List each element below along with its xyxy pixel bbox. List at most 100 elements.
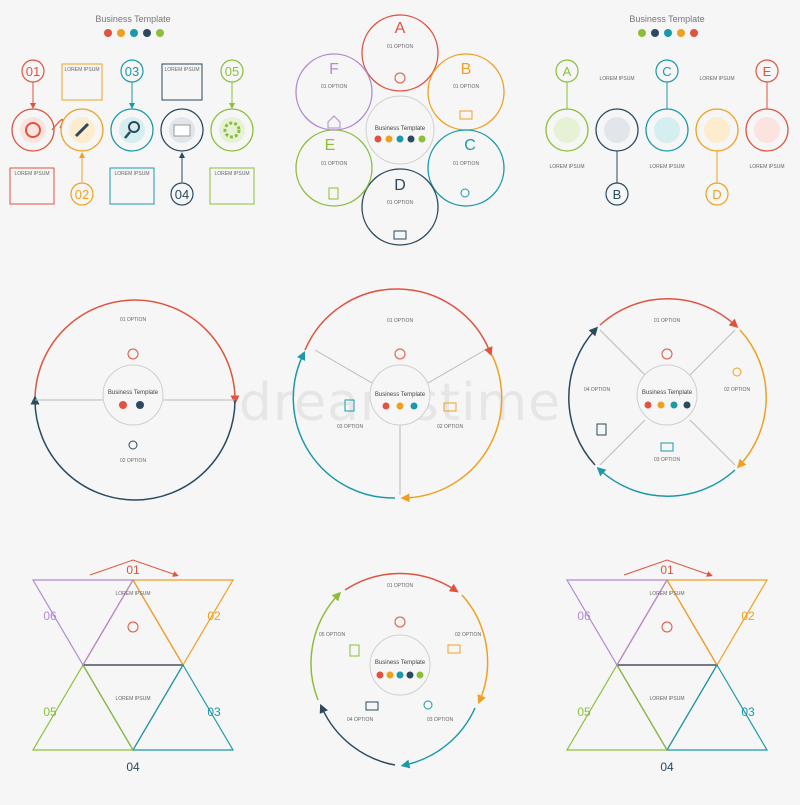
- home-icon: [327, 115, 341, 129]
- hex-number: 03: [207, 705, 221, 719]
- bulb-icon: [732, 367, 742, 377]
- hex-number: 01: [660, 563, 674, 577]
- petal-letter: D: [394, 177, 406, 194]
- color-dots: [638, 29, 698, 37]
- option-label: 04 OPTION: [347, 717, 374, 723]
- step-letter: B: [613, 187, 622, 202]
- hex-number: 05: [577, 705, 591, 719]
- svg-text:LOREM IPSUM: LOREM IPSUM: [14, 171, 49, 177]
- infographic-sheet: dreamstime Business Template 01 03: [0, 0, 800, 800]
- svg-text:LOREM IPSUM: LOREM IPSUM: [649, 696, 684, 702]
- svg-text:LOREM IPSUM: LOREM IPSUM: [549, 164, 584, 170]
- panel-title: Business Template: [629, 14, 704, 24]
- petal-letter: B: [461, 61, 472, 78]
- circle-four-options: Business Template 01 OPTION 02 OPTION 03…: [568, 298, 767, 497]
- laptop-icon: [365, 701, 379, 711]
- globe-icon: [127, 621, 139, 633]
- hex-number: 05: [43, 705, 57, 719]
- hex-number: 04: [660, 760, 674, 774]
- svg-text:LOREM IPSUM: LOREM IPSUM: [699, 76, 734, 82]
- globe-icon: [127, 348, 139, 360]
- option-label: 03 OPTION: [427, 717, 454, 723]
- option-label: 03 OPTION: [654, 457, 681, 463]
- step-letter: D: [712, 187, 721, 202]
- globe-icon: [394, 72, 406, 84]
- target-icon: [20, 117, 46, 143]
- option-label: 01 OPTION: [387, 318, 414, 324]
- pin-icon: [423, 700, 433, 710]
- timeline-letters: Business Template A C E B D LOREM IPSUM: [545, 14, 789, 206]
- svg-text:Business Template: Business Template: [375, 392, 426, 398]
- petal-letter: F: [329, 61, 339, 78]
- svg-text:LOREM IPSUM: LOREM IPSUM: [214, 171, 249, 177]
- pin-icon: [128, 440, 138, 450]
- laptop-icon: [660, 442, 674, 452]
- option-label: 02 OPTION: [437, 424, 464, 430]
- magnifier-icon: [460, 188, 470, 198]
- step-number: 03: [125, 64, 139, 79]
- globe-icon: [661, 621, 673, 633]
- gear-icon: [219, 117, 245, 143]
- step-letter: E: [763, 64, 772, 79]
- svg-text:01 OPTION: 01 OPTION: [387, 200, 414, 206]
- step-number: 05: [225, 64, 239, 79]
- svg-text:Business Template: Business Template: [108, 390, 159, 396]
- option-label: 02 OPTION: [120, 458, 147, 464]
- color-dots: [104, 29, 164, 37]
- option-label: 04 OPTION: [584, 387, 611, 393]
- svg-text:LOREM IPSUM: LOREM IPSUM: [599, 76, 634, 82]
- svg-text:LOREM IPSUM: LOREM IPSUM: [749, 164, 784, 170]
- svg-text:LOREM IPSUM: LOREM IPSUM: [164, 67, 199, 73]
- svg-text:LOREM IPSUM: LOREM IPSUM: [64, 67, 99, 73]
- hex-number: 01: [126, 563, 140, 577]
- svg-text:01 OPTION: 01 OPTION: [387, 44, 414, 50]
- option-label: 01 OPTION: [120, 317, 147, 323]
- hex-number: 02: [741, 609, 755, 623]
- magnifier-icon: [119, 117, 145, 143]
- option-label: 01 OPTION: [654, 318, 681, 324]
- target-icon: [554, 117, 580, 143]
- hexagon-six-options: 01 02 03 04 05 06 LOREM IPSUM LOREM IPSU…: [31, 559, 235, 774]
- hex-number: 02: [207, 609, 221, 623]
- svg-text:LOREM IPSUM: LOREM IPSUM: [115, 591, 150, 597]
- document-icon: [349, 644, 360, 657]
- document-icon: [596, 423, 607, 436]
- timeline-numbers: Business Template 01 03 05 02 04 LOREM I…: [9, 14, 255, 206]
- option-label: 02 OPTION: [455, 632, 482, 638]
- monitor-icon: [447, 644, 461, 654]
- svg-text:LOREM IPSUM: LOREM IPSUM: [649, 164, 684, 170]
- circle-two-options: Business Template 01 OPTION 02 OPTION: [30, 299, 240, 501]
- hex-number: 06: [43, 609, 57, 623]
- monitor-icon: [459, 110, 473, 120]
- mail-icon: [704, 117, 730, 143]
- option-label: 02 OPTION: [724, 387, 751, 393]
- svg-text:LOREM IPSUM: LOREM IPSUM: [649, 591, 684, 597]
- rocket-icon: [604, 117, 630, 143]
- step-number: 01: [26, 64, 40, 79]
- svg-text:01 OPTION: 01 OPTION: [321, 84, 348, 90]
- option-label: 01 OPTION: [387, 583, 414, 589]
- hex-number: 03: [741, 705, 755, 719]
- panel-title: Business Template: [95, 14, 170, 24]
- svg-text:01 OPTION: 01 OPTION: [321, 161, 348, 167]
- center-title: Business Template: [375, 126, 426, 132]
- petal-letter: E: [325, 137, 336, 154]
- step-letter: A: [563, 64, 572, 79]
- laptop-icon: [393, 230, 407, 240]
- hex-number: 04: [126, 760, 140, 774]
- circle-five-options: Business Template 01 OPTION 02 OPTION 03…: [310, 572, 489, 769]
- svg-text:LOREM IPSUM: LOREM IPSUM: [114, 171, 149, 177]
- petal-letter: C: [464, 137, 476, 154]
- gear-icon: [754, 117, 780, 143]
- globe-icon: [661, 348, 673, 360]
- hexagon-six-options-alt: 01 02 03 04 05 06 LOREM IPSUM LOREM IPSU…: [565, 559, 769, 774]
- svg-text:LOREM IPSUM: LOREM IPSUM: [115, 696, 150, 702]
- svg-text:01 OPTION: 01 OPTION: [453, 161, 480, 167]
- svg-text:Business Template: Business Template: [642, 390, 693, 396]
- flower-diagram: Business Template A 01 OPTION B 01 OPTIO…: [295, 14, 505, 246]
- magnifier-icon: [654, 117, 680, 143]
- step-letter: C: [662, 64, 671, 79]
- step-number: 02: [75, 187, 89, 202]
- svg-text:01 OPTION: 01 OPTION: [453, 84, 480, 90]
- globe-icon: [394, 616, 406, 628]
